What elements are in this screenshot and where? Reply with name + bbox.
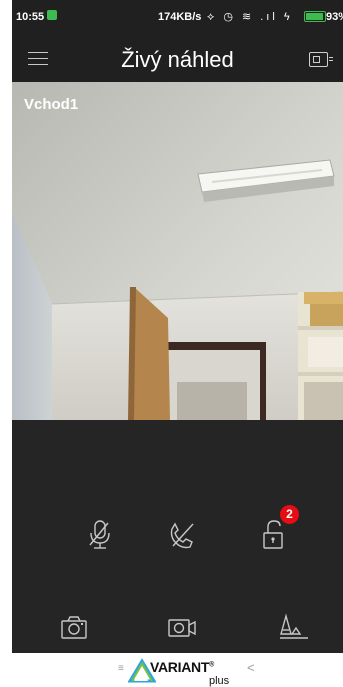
app-header: Živý náhled	[12, 36, 343, 82]
brand-footer: ≡ VARIANT® plus <	[0, 653, 343, 687]
status-bar: 10:55 174KB/s ⟡ ◷ ≋ .ıl ϟ 93%	[12, 0, 343, 36]
phone-screen: 10:55 174KB/s ⟡ ◷ ≋ .ıl ϟ 93% Živý náhle…	[12, 0, 343, 653]
unlock-count-badge: 2	[280, 505, 299, 524]
battery-percent: 93%	[326, 11, 343, 23]
camera-image	[12, 82, 343, 420]
call-controls: 2	[12, 420, 343, 653]
live-video-feed[interactable]: Vchod1	[12, 82, 343, 420]
image-adjust-icon[interactable]	[274, 608, 314, 648]
battery-icon	[304, 11, 326, 22]
network-speed: 174KB/s	[158, 11, 202, 23]
camera-label: Vchod1	[24, 96, 79, 113]
page-title: Živý náhled	[121, 47, 234, 72]
status-icons: ⟡ ◷ ≋ .ıl ϟ	[207, 11, 293, 23]
menu-lines-icon: ≡	[118, 663, 124, 674]
status-time: 10:55	[16, 11, 45, 23]
brand-name: VARIANT®	[150, 659, 214, 675]
chevron-left-icon: <	[247, 660, 255, 675]
brand-sub: plus	[209, 675, 230, 687]
intercom-device-icon[interactable]	[309, 52, 333, 67]
phone-off-icon[interactable]	[162, 515, 202, 555]
video-record-icon[interactable]	[162, 608, 202, 648]
camera-icon[interactable]	[54, 608, 94, 648]
notification-icon	[47, 10, 57, 20]
microphone-off-icon[interactable]	[80, 515, 120, 555]
